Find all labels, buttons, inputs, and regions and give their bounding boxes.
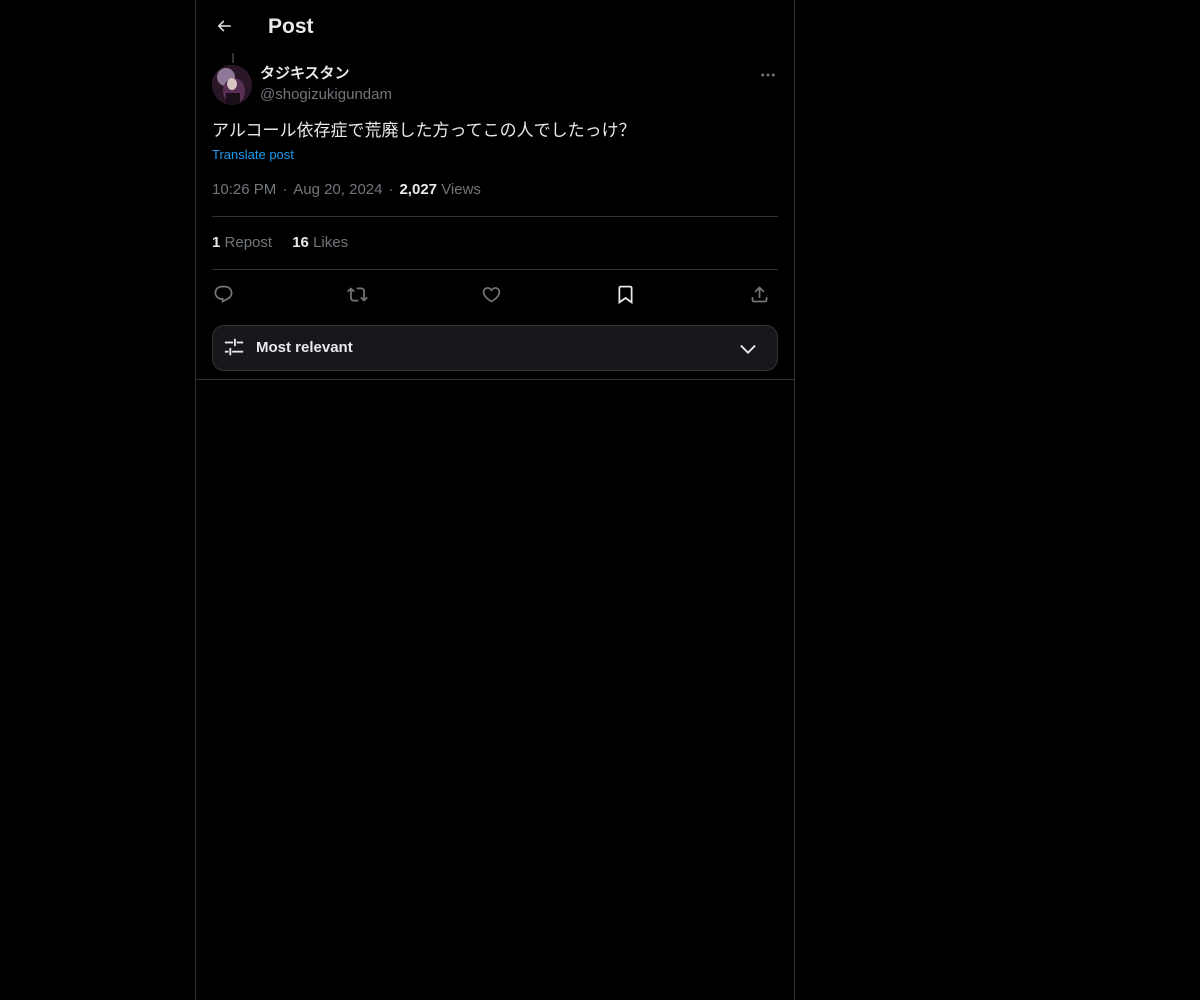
reposts-label: Repost bbox=[224, 234, 273, 251]
like-button[interactable] bbox=[474, 277, 508, 311]
more-horizontal-icon bbox=[761, 73, 775, 77]
divider bbox=[196, 379, 794, 380]
divider bbox=[212, 269, 778, 270]
post-text: アルコール依存症で荒廃した方ってこの人でしたっけ？ bbox=[212, 121, 636, 141]
back-button[interactable] bbox=[206, 8, 242, 44]
reposts-count: 1 bbox=[212, 234, 221, 251]
thread-line bbox=[232, 53, 234, 63]
author-display-name[interactable]: タジキスタン bbox=[260, 64, 350, 84]
meta-separator: · bbox=[388, 181, 394, 198]
translate-post-link[interactable]: Translate post bbox=[212, 146, 294, 164]
more-options-button[interactable] bbox=[752, 62, 784, 88]
like-icon bbox=[482, 286, 500, 303]
likes-stat[interactable]: 16 Likes bbox=[292, 233, 348, 253]
divider bbox=[212, 216, 778, 217]
bookmark-button[interactable] bbox=[608, 277, 642, 311]
views-label: Views bbox=[441, 181, 481, 198]
reply-icon bbox=[214, 285, 232, 303]
bookmark-icon bbox=[618, 285, 632, 304]
sliders-icon bbox=[224, 338, 244, 356]
share-icon bbox=[751, 285, 767, 302]
post-column: Post タジキスタン @shogizukigundam アルコール依存症で荒廃… bbox=[195, 0, 795, 1000]
reposts-stat[interactable]: 1 Repost bbox=[212, 233, 272, 253]
post-date[interactable]: Aug 20, 2024 bbox=[293, 181, 382, 198]
post-stats: 1 Repost 16 Likes bbox=[212, 233, 364, 253]
post-actions-bar bbox=[212, 277, 778, 311]
sort-label: Most relevant bbox=[256, 339, 353, 356]
page-title: Post bbox=[268, 15, 314, 38]
author-handle[interactable]: @shogizukigundam bbox=[260, 85, 392, 105]
avatar-image bbox=[212, 65, 252, 105]
meta-separator: · bbox=[282, 181, 288, 198]
likes-label: Likes bbox=[313, 234, 349, 251]
avatar[interactable] bbox=[212, 65, 252, 105]
share-button[interactable] bbox=[742, 277, 776, 311]
arrow-left-icon bbox=[217, 20, 231, 32]
views-count: 2,027 bbox=[399, 181, 438, 198]
repost-icon bbox=[346, 286, 368, 302]
page-header: Post bbox=[196, 0, 794, 53]
post-meta: 10:26 PM · Aug 20, 2024 · 2,027 Views bbox=[212, 180, 481, 200]
chevron-down-icon bbox=[740, 344, 756, 354]
likes-count: 16 bbox=[292, 234, 309, 251]
reply-sort-dropdown[interactable]: Most relevant bbox=[212, 325, 778, 371]
repost-button[interactable] bbox=[340, 277, 374, 311]
post-time[interactable]: 10:26 PM bbox=[212, 181, 276, 198]
reply-button[interactable] bbox=[206, 277, 240, 311]
